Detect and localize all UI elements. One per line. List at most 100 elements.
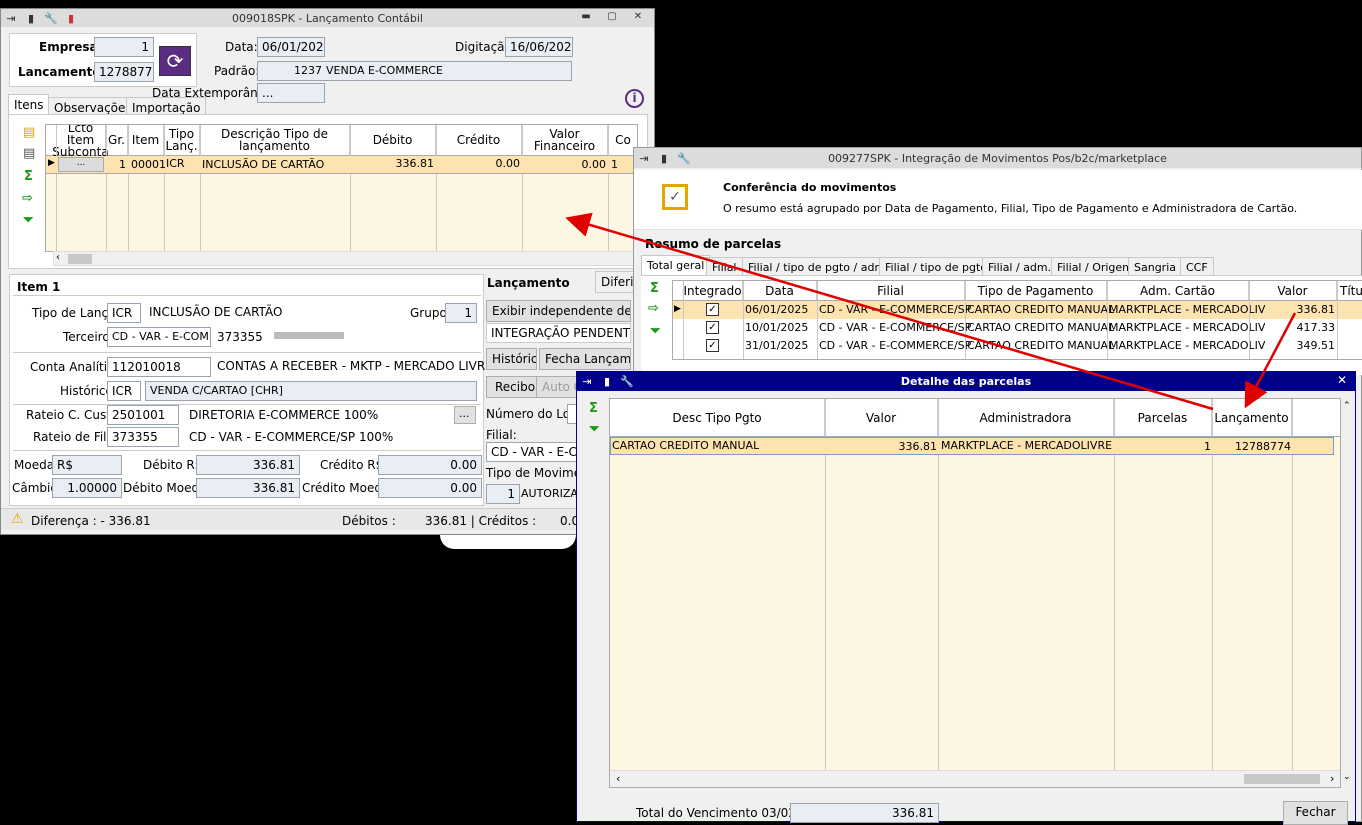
col-tipo-pagamento[interactable]: Tipo de Pagamento bbox=[965, 281, 1107, 300]
col-parcelas[interactable]: Parcelas bbox=[1114, 399, 1212, 436]
tipo-movimento-code[interactable]: 1 bbox=[486, 484, 520, 504]
tipo-lancto-field[interactable]: ICR bbox=[107, 303, 141, 323]
col-valor[interactable]: Valor bbox=[1249, 281, 1337, 300]
wrench-icon[interactable]: 🔧 bbox=[41, 10, 61, 26]
fechar-button[interactable]: Fechar bbox=[1283, 801, 1348, 825]
rateio-filial-field[interactable]: 373355 bbox=[107, 427, 179, 447]
tab-itens[interactable]: Itens bbox=[8, 94, 50, 115]
integrado-checkbox[interactable]: ✓ bbox=[706, 339, 719, 352]
conta-analitica-field[interactable]: 112010018 bbox=[107, 357, 211, 377]
tab-sangria[interactable]: Sangria bbox=[1128, 257, 1182, 277]
col-titulo[interactable]: Títu bbox=[1337, 281, 1362, 300]
menu-icon[interactable]: ⇥ bbox=[634, 150, 654, 166]
col-data[interactable]: Data bbox=[743, 281, 817, 300]
export-icon[interactable]: ⇨ bbox=[22, 191, 33, 206]
col-tipo-lanc[interactable]: Tipo Lanç. bbox=[164, 125, 200, 155]
historico-field[interactable]: ICR bbox=[107, 381, 141, 401]
table-row[interactable]: ▶ ... 1 00001 ICR INCLUSÃO DE CARTÃO 336… bbox=[46, 156, 637, 174]
scroll-left-icon[interactable]: ‹ bbox=[56, 252, 60, 263]
sum-icon[interactable]: Σ bbox=[589, 401, 598, 416]
scroll-up-icon[interactable]: ⌃ bbox=[1343, 401, 1351, 411]
empresa-field[interactable]: 1 bbox=[94, 37, 154, 57]
col-valor[interactable]: Valor bbox=[825, 399, 938, 436]
credito-moeda-field[interactable]: 0.00 bbox=[378, 478, 482, 498]
data-extemporanea-field[interactable]: ... bbox=[257, 83, 325, 103]
grupo-field[interactable]: 1 bbox=[445, 303, 477, 323]
horizontal-scrollbar[interactable]: ‹ bbox=[53, 251, 638, 266]
traffic-light-icon[interactable]: ▮ bbox=[21, 10, 41, 26]
integrado-checkbox[interactable]: ✓ bbox=[706, 321, 719, 334]
remove-item-icon[interactable]: ▤ bbox=[23, 146, 35, 161]
exibir-button[interactable]: Exibir independente de difere bbox=[486, 300, 631, 322]
filial-field[interactable]: CD - VAR - E-COM bbox=[486, 442, 578, 462]
fecha-lancamento-button[interactable]: Fecha Lançamen bbox=[539, 348, 631, 370]
table-row[interactable]: ✓ 31/01/2025 CD - VAR - E-COMMERCE/SP CARTA… bbox=[673, 337, 1362, 355]
digitacao-field[interactable]: 16/06/2025 bbox=[505, 37, 573, 57]
col-credito[interactable]: Crédito bbox=[436, 125, 522, 155]
tab-filial[interactable]: Filial bbox=[706, 257, 743, 277]
data-field[interactable]: 06/01/2025 bbox=[257, 37, 325, 57]
integrado-checkbox[interactable]: ✓ bbox=[706, 303, 719, 316]
table-row[interactable]: ▶ ✓ 06/01/2025 CD - VAR - E-COMMERCE/SP CART… bbox=[673, 301, 1362, 319]
col-item[interactable]: Item bbox=[128, 125, 164, 155]
maximize-button[interactable]: ▢ bbox=[605, 11, 619, 24]
tab-filial-tipo[interactable]: Filial / tipo de pgto bbox=[879, 257, 994, 277]
credito-rs-field[interactable]: 0.00 bbox=[378, 455, 482, 475]
scroll-right-icon[interactable]: › bbox=[1330, 772, 1334, 785]
moeda-field[interactable]: R$ bbox=[52, 455, 122, 475]
table-row[interactable]: CARTAO CREDITO MANUAL 336.81 MARKTPLACE … bbox=[610, 437, 1334, 455]
tab-total-geral[interactable]: Total geral bbox=[641, 255, 711, 275]
col-gr[interactable]: Gr. bbox=[106, 125, 128, 155]
tab-ccf[interactable]: CCF bbox=[1180, 257, 1214, 277]
col-filial[interactable]: Filial bbox=[817, 281, 965, 300]
tab-filial-tipo-adm[interactable]: Filial / tipo de pgto / adm. bbox=[742, 257, 895, 277]
col-adm-cartao[interactable]: Adm. Cartão bbox=[1107, 281, 1249, 300]
refresh-button[interactable]: ⟳ bbox=[159, 46, 191, 76]
add-item-icon[interactable]: ▤ bbox=[23, 125, 35, 140]
export-icon[interactable]: ⇨ bbox=[648, 301, 659, 316]
recibo-button[interactable]: Recibo bbox=[486, 376, 537, 398]
rateio-cc-button[interactable]: ... bbox=[454, 406, 476, 424]
minimize-button[interactable]: ▬ bbox=[579, 11, 593, 24]
scroll-down-icon[interactable]: ⌄ bbox=[1343, 772, 1351, 782]
menu-icon[interactable]: ⇥ bbox=[1, 10, 21, 26]
menu-icon[interactable]: ⇥ bbox=[577, 374, 597, 390]
close-button[interactable]: ✕ bbox=[631, 11, 645, 24]
debito-rs-field[interactable]: 336.81 bbox=[196, 455, 300, 475]
col-lancamento[interactable]: Lançamento bbox=[1212, 399, 1292, 436]
table-row[interactable]: ✓ 10/01/2025 CD - VAR - E-COMMERCE/SP CARTA… bbox=[673, 319, 1362, 337]
tab-filial-adm[interactable]: Filial / adm. bbox=[982, 257, 1058, 277]
col-descricao[interactable]: Descrição Tipo de lançamento bbox=[200, 125, 350, 155]
col-desc-tipo-pgto[interactable]: Desc Tipo Pgto bbox=[610, 399, 825, 436]
traffic-light-icon[interactable]: ▮ bbox=[654, 150, 674, 166]
filter-icon[interactable]: ⏷ bbox=[23, 213, 33, 228]
wrench-icon[interactable]: 🔧 bbox=[617, 374, 637, 390]
tab-filial-origem[interactable]: Filial / Origem bbox=[1051, 257, 1139, 277]
debito-moeda-field[interactable]: 336.81 bbox=[196, 478, 300, 498]
col-valor-financeiro[interactable]: Valor Financeiro bbox=[522, 125, 608, 155]
auto-button[interactable]: Auto Co bbox=[536, 376, 581, 398]
historico-button[interactable]: Histórico bbox=[486, 348, 537, 370]
lancamento-field[interactable]: 12788774 bbox=[94, 62, 154, 82]
book-icon[interactable]: ▮ bbox=[61, 10, 81, 26]
close-button[interactable]: ✕ bbox=[1335, 374, 1349, 387]
info-icon[interactable]: i bbox=[625, 89, 644, 108]
col-integrado[interactable]: Integrado bbox=[683, 281, 743, 300]
padrao-field[interactable]: 1237 VENDA E-COMMERCE bbox=[257, 61, 572, 81]
scroll-left-icon[interactable]: ‹ bbox=[616, 772, 620, 785]
vertical-scrollbar[interactable]: ⌃ ⌄ bbox=[1341, 398, 1355, 788]
traffic-light-icon[interactable]: ▮ bbox=[597, 374, 617, 390]
horizontal-scrollbar[interactable]: ‹ › bbox=[610, 770, 1340, 787]
sum-icon[interactable]: Σ bbox=[24, 169, 33, 184]
col-administradora[interactable]: Administradora bbox=[938, 399, 1114, 436]
cambio-field[interactable]: 1.00000 bbox=[52, 478, 122, 498]
cell-sub[interactable]: ... bbox=[58, 157, 104, 172]
col-lcto-item[interactable]: Lcto Item Subconta bbox=[52, 125, 109, 158]
terceiro-field[interactable]: CD - VAR - E-COMME bbox=[107, 327, 211, 347]
sum-icon[interactable]: Σ bbox=[650, 281, 659, 296]
wrench-icon[interactable]: 🔧 bbox=[674, 150, 694, 166]
filter-icon[interactable]: ⏷ bbox=[650, 324, 660, 339]
filter-icon[interactable]: ⏷ bbox=[589, 422, 599, 437]
col-debito[interactable]: Débito bbox=[350, 125, 436, 155]
rateio-cc-field[interactable]: 2501001 bbox=[107, 405, 179, 425]
